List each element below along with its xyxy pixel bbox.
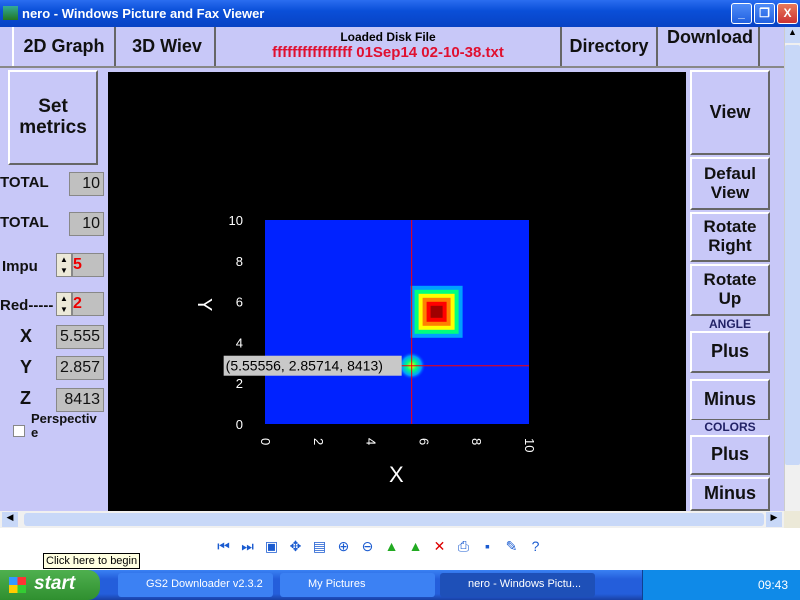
x-field[interactable]: 5.555 — [56, 325, 104, 349]
vertical-scrollbar[interactable]: ▲ — [784, 27, 800, 511]
red-field[interactable]: 2 — [72, 292, 104, 316]
next-icon[interactable]: ⏭ — [238, 538, 257, 556]
clock: 09:43 — [757, 578, 788, 592]
plot-area[interactable]: 0 2 4 6 8 10 0 2 4 6 8 10 (5.55556, 2.85714, 8413) Y… — [108, 72, 686, 534]
set-metrics-button[interactable]: Set metrics — [8, 70, 98, 165]
x-label: X — [20, 326, 33, 346]
colors-label: COLORS — [690, 420, 770, 434]
delete-icon[interactable]: ✕ — [430, 538, 449, 556]
perspective-label: Perspective — [31, 412, 97, 438]
x-tick-label: 0 — [258, 438, 273, 445]
y-tick-label: 4 — [236, 335, 243, 350]
help-icon[interactable]: ? — [526, 538, 545, 556]
directory-button[interactable]: Directory — [560, 27, 658, 66]
x-tick-label: 4 — [364, 438, 379, 445]
colors-minus-button[interactable]: Minus — [690, 477, 770, 511]
rotate-up-button[interactable]: Rotate Up — [690, 264, 770, 316]
task-my-pictures[interactable]: My Pictures — [280, 573, 435, 597]
horizontal-scrollbar[interactable]: ◀ ▶ — [0, 511, 784, 528]
y-tick-label: 8 — [236, 254, 243, 269]
x-tick-label: 10 — [522, 438, 537, 452]
x-tick-label: 6 — [416, 438, 431, 445]
task-nero-viewer[interactable]: nero - Windows Pictu... — [440, 573, 595, 597]
rotate-counterclockwise-icon[interactable]: ▲ — [406, 538, 425, 556]
zoom-out-icon[interactable]: ⊖ — [358, 538, 377, 556]
angle-minus-button[interactable]: Minus — [690, 379, 770, 421]
angle-plus-button[interactable]: Plus — [690, 331, 770, 373]
3d-view-button[interactable]: 3D Wiev — [120, 27, 216, 66]
loaded-file-panel: Loaded Disk File ffffffffffffffff 01Sep1… — [216, 27, 560, 66]
heatmap-chart[interactable]: 0 2 4 6 8 10 0 2 4 6 8 10 (5.55556, 2.85714, 8413) Y… — [108, 72, 686, 534]
window-title: nero - Windows Picture and Fax Viewer — [22, 6, 265, 21]
y-label: Y — [20, 357, 33, 377]
slideshow-icon[interactable]: ▤ — [310, 538, 329, 556]
start-button[interactable]: start — [0, 570, 100, 600]
y-tick-label: 2 — [236, 376, 243, 391]
restore-button[interactable]: ❐ — [754, 3, 775, 24]
viewer-toolbar: ⏮ ⏭ ▣ ✥ ▤ ⊕ ⊖ ▲ ▲ ✕ ⎙ ▪ ✎? Click here to begin — [0, 528, 800, 570]
previous-icon[interactable]: ⏮ — [214, 538, 233, 556]
actual-size-icon[interactable]: ✥ — [286, 538, 305, 556]
app-area: 2D Graph 3D Wiev Loaded Disk File ffffff… — [0, 27, 784, 534]
red-label: Red----- — [0, 297, 54, 314]
task-gs2-downloader[interactable]: GS2 Downloader v2.3.2 — [118, 573, 273, 597]
rotate-right-button[interactable]: Rotate Right — [690, 212, 770, 262]
total-field-2[interactable]: 10 — [69, 212, 104, 236]
system-tray: 09:43 — [642, 570, 800, 600]
x-tick-label: 2 — [311, 438, 326, 445]
z-field[interactable]: 8413 — [56, 388, 104, 412]
perspective-checkbox[interactable] — [13, 425, 25, 437]
loaded-file-name: ffffffffffffffff 01Sep14 02-10-38.txt — [272, 44, 504, 61]
y-field[interactable]: 2.857 — [56, 356, 104, 380]
total-field[interactable]: 10 — [69, 172, 104, 196]
scroll-up-button[interactable]: ▲ — [785, 27, 800, 43]
rotate-clockwise-icon[interactable]: ▲ — [382, 538, 401, 556]
minimize-button[interactable]: _ — [731, 3, 752, 24]
default-view-button[interactable]: Defaul View — [690, 157, 770, 210]
save-icon[interactable]: ▪ — [478, 538, 497, 556]
y-tick-label: 10 — [229, 213, 243, 228]
zoom-in-icon[interactable]: ⊕ — [334, 538, 353, 556]
y-axis-label: Y — [193, 298, 215, 311]
view-button[interactable]: View — [690, 70, 770, 155]
red-spinner[interactable]: ▲ ▼ — [56, 292, 72, 316]
scroll-thumb[interactable] — [785, 45, 800, 465]
app-icon — [3, 6, 18, 20]
impu-spinner[interactable]: ▲ ▼ — [56, 253, 72, 277]
total-label: TOTAL — [0, 174, 49, 191]
impu-label: Impu — [2, 258, 38, 275]
heatmap-background — [265, 220, 529, 424]
start-tooltip: Click here to begin — [43, 553, 141, 569]
windows-logo-icon — [9, 577, 26, 593]
scroll-thumb-horizontal[interactable] — [24, 513, 764, 526]
download-button[interactable]: Download — [662, 27, 760, 66]
z-label: Z — [20, 388, 31, 408]
x-axis-label: X — [389, 462, 404, 487]
impu-field[interactable]: 5 — [72, 253, 104, 277]
close-button[interactable]: X — [777, 3, 798, 24]
angle-label: ANGLE — [690, 317, 770, 331]
best-fit-icon[interactable]: ▣ — [262, 538, 281, 556]
print-icon[interactable]: ⎙ — [454, 538, 473, 556]
colors-plus-button[interactable]: Plus — [690, 435, 770, 475]
y-tick-label: 6 — [236, 295, 243, 310]
scroll-left-button[interactable]: ◀ — [2, 512, 18, 527]
edit-icon[interactable]: ✎ — [502, 538, 521, 556]
x-tick-label: 8 — [469, 438, 484, 445]
heatmap-peak-band — [430, 305, 443, 318]
2d-graph-button[interactable]: 2D Graph — [12, 27, 116, 66]
cursor-label: (5.55556, 2.85714, 8413) — [226, 358, 383, 374]
title-bar: nero - Windows Picture and Fax Viewer _ … — [0, 0, 800, 27]
start-label: start — [34, 573, 76, 594]
taskbar: start GS2 Downloader v2.3.2 My Pictures … — [0, 570, 800, 600]
loaded-file-title: Loaded Disk File — [340, 30, 436, 44]
total-label-2: TOTAL — [0, 214, 49, 231]
y-tick-label: 0 — [236, 417, 243, 432]
scroll-right-button[interactable]: ▶ — [766, 512, 782, 527]
